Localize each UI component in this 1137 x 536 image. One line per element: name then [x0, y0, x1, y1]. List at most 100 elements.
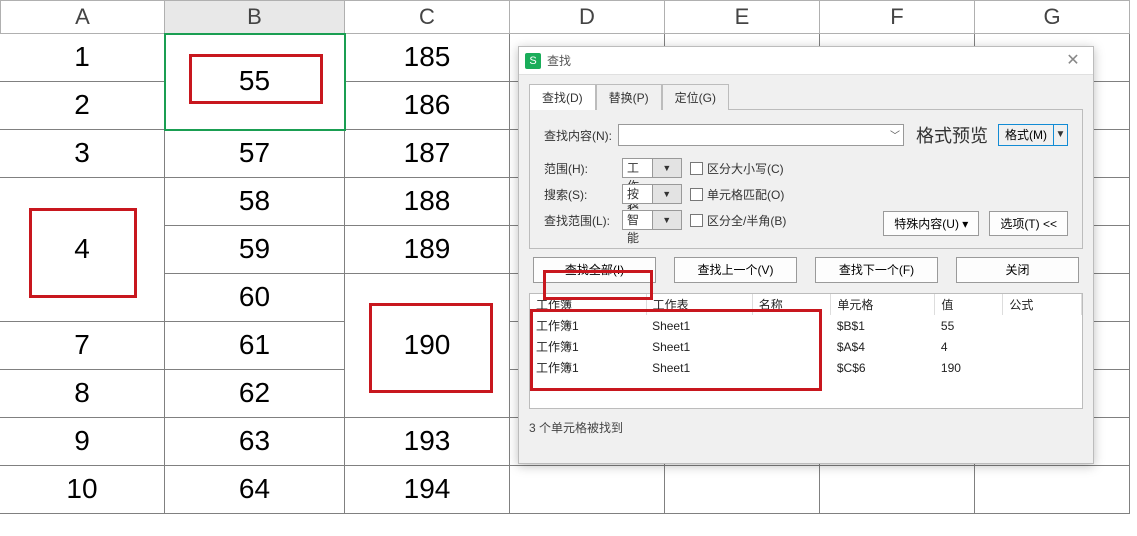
find-pane: 查找内容(N): ﹀ 格式预览 格式(M) ▼ 范围(H): 工作表▼ 区分大小… [529, 109, 1083, 249]
results-cell: 工作簿1 [530, 336, 646, 357]
find-all-button[interactable]: 查找全部(I) [533, 257, 656, 283]
match-whole-label: 单元格匹配(O) [707, 186, 784, 203]
lookin-select[interactable]: 智能▼ [622, 210, 682, 230]
cell-F10[interactable] [820, 466, 975, 514]
range-value: 工作表 [623, 159, 652, 177]
row: 1064194 [0, 466, 1137, 514]
options-toggle-button[interactable]: 选项(T) << [989, 211, 1068, 236]
results-cell: 190 [935, 357, 1003, 378]
range-select[interactable]: 工作表▼ [622, 158, 682, 178]
results-cell [752, 336, 831, 357]
cell-A3[interactable]: 3 [0, 130, 165, 178]
cell-A4-merged[interactable]: 4 [0, 178, 165, 322]
cell-E10[interactable] [665, 466, 820, 514]
cell-B7[interactable]: 61 [165, 322, 345, 370]
cell-B1[interactable]: 55 [165, 34, 345, 130]
dialog-tabs: 查找(D) 替换(P) 定位(G) [529, 83, 1083, 109]
results-cell [752, 357, 831, 378]
tab-goto[interactable]: 定位(G) [662, 84, 729, 110]
results-row[interactable]: 工作簿1Sheet1 $A$44 [530, 336, 1082, 357]
cell-C3[interactable]: 187 [345, 130, 510, 178]
format-button[interactable]: 格式(M) ▼ [998, 124, 1068, 146]
column-headers: ABCDEFG [0, 0, 1137, 34]
results-cell: Sheet1 [646, 336, 752, 357]
column-header-g[interactable]: G [975, 0, 1130, 34]
chevron-down-icon[interactable]: ▼ [1053, 125, 1067, 145]
column-header-a[interactable]: A [0, 0, 165, 34]
cell-B9[interactable]: 63 [165, 418, 345, 466]
results-cell: $C$6 [831, 357, 935, 378]
format-button-label: 格式(M) [999, 125, 1053, 145]
column-header-e[interactable]: E [665, 0, 820, 34]
results-cell: $A$4 [831, 336, 935, 357]
app-icon: S [525, 53, 541, 69]
cell-C10[interactable]: 194 [345, 466, 510, 514]
results-cell: 工作簿1 [530, 357, 646, 378]
match-width-label: 区分全/半角(B) [707, 212, 786, 229]
cell-B10[interactable]: 64 [165, 466, 345, 514]
close-button[interactable]: 关闭 [956, 257, 1079, 283]
chevron-down-icon: ▼ [652, 159, 682, 177]
results-cell: Sheet1 [646, 315, 752, 336]
column-header-d[interactable]: D [510, 0, 665, 34]
find-input[interactable] [618, 124, 904, 146]
cell-A10[interactable]: 10 [0, 466, 165, 514]
special-content-button[interactable]: 特殊内容(U) ▾ [883, 211, 979, 236]
cell-A9[interactable]: 9 [0, 418, 165, 466]
results-cell: 55 [935, 315, 1003, 336]
cell-A1[interactable]: 1 [0, 34, 165, 82]
match-whole-checkbox[interactable]: 单元格匹配(O) [690, 186, 784, 203]
results-row[interactable]: 工作簿1Sheet1$B$155 [530, 315, 1082, 336]
cell-B4[interactable]: 58 [165, 178, 345, 226]
results-header-formula[interactable]: 公式 [1003, 294, 1082, 315]
status-text: 3 个单元格被找到 [519, 415, 1093, 440]
results-header-cell[interactable]: 单元格 [831, 294, 935, 315]
search-value: 按行 [623, 185, 652, 203]
find-prev-button[interactable]: 查找上一个(V) [674, 257, 797, 283]
cell-C2[interactable]: 186 [345, 82, 510, 130]
cell-A8[interactable]: 8 [0, 370, 165, 418]
results-cell: 4 [935, 336, 1003, 357]
cell-B6[interactable]: 60 [165, 274, 345, 322]
cell-B5[interactable]: 59 [165, 226, 345, 274]
results-row[interactable]: 工作簿1Sheet1 $C$6190 [530, 357, 1082, 378]
column-header-c[interactable]: C [345, 0, 510, 34]
results-header-sheet[interactable]: 工作表 [646, 294, 752, 315]
results-list[interactable]: 工作簿工作表名称单元格值公式 工作簿1Sheet1$B$155工作簿1Sheet… [529, 293, 1083, 409]
search-label: 搜索(S): [544, 186, 616, 203]
search-select[interactable]: 按行▼ [622, 184, 682, 204]
cell-B3[interactable]: 57 [165, 130, 345, 178]
cell-A7[interactable]: 7 [0, 322, 165, 370]
column-header-f[interactable]: F [820, 0, 975, 34]
results-cell [752, 315, 831, 336]
lookin-label: 查找范围(L): [544, 212, 616, 229]
column-header-b[interactable]: B [165, 0, 345, 34]
find-next-button[interactable]: 查找下一个(F) [815, 257, 938, 283]
cell-A2[interactable]: 2 [0, 82, 165, 130]
results-header-book[interactable]: 工作簿 [530, 294, 646, 315]
cell-C5[interactable]: 189 [345, 226, 510, 274]
chevron-down-icon: ▼ [652, 185, 682, 203]
range-label: 范围(H): [544, 160, 616, 177]
close-icon[interactable]: ✕ [1059, 50, 1087, 72]
match-case-label: 区分大小写(C) [707, 160, 784, 177]
tab-replace[interactable]: 替换(P) [596, 84, 662, 110]
match-width-checkbox[interactable]: 区分全/半角(B) [690, 212, 786, 229]
dialog-title: 查找 [547, 52, 1059, 69]
results-cell: Sheet1 [646, 357, 752, 378]
results-header-value[interactable]: 值 [935, 294, 1003, 315]
lookin-value: 智能 [623, 211, 652, 229]
find-dialog: S 查找 ✕ 查找(D) 替换(P) 定位(G) 查找内容(N): ﹀ 格式预览… [518, 46, 1094, 464]
cell-G10[interactable] [975, 466, 1130, 514]
cell-C4[interactable]: 188 [345, 178, 510, 226]
match-case-checkbox[interactable]: 区分大小写(C) [690, 160, 784, 177]
cell-C9[interactable]: 193 [345, 418, 510, 466]
cell-B8[interactable]: 62 [165, 370, 345, 418]
dialog-titlebar[interactable]: S 查找 ✕ [519, 47, 1093, 75]
find-dropdown-icon[interactable]: ﹀ [890, 127, 900, 142]
cell-C1[interactable]: 185 [345, 34, 510, 82]
cell-C6-merged[interactable]: 190 [345, 274, 510, 418]
cell-D10[interactable] [510, 466, 665, 514]
tab-find[interactable]: 查找(D) [529, 84, 596, 110]
results-header-name[interactable]: 名称 [752, 294, 831, 315]
